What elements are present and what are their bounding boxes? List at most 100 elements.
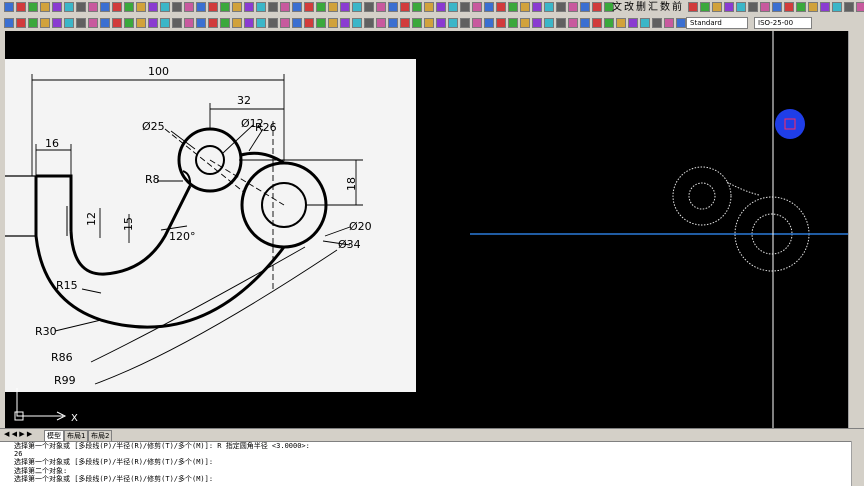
- toolbar-tool-icon[interactable]: [16, 18, 26, 28]
- cad-fillet-arc[interactable]: [726, 181, 760, 196]
- toolbar-tool-icon[interactable]: [856, 2, 864, 12]
- toolbar-tool-icon[interactable]: [568, 18, 578, 28]
- toolbar-tool-icon[interactable]: [100, 2, 110, 12]
- toolbar-tool-icon[interactable]: [664, 18, 674, 28]
- toolbar-tool-icon[interactable]: [508, 2, 518, 12]
- toolbar-tool-icon[interactable]: [196, 18, 206, 28]
- toolbar-tool-icon[interactable]: [64, 2, 74, 12]
- toolbar-tool-icon[interactable]: [184, 18, 194, 28]
- toolbar-tool-icon[interactable]: [580, 2, 590, 12]
- toolbar-tool-icon[interactable]: [304, 2, 314, 12]
- toolbar-tool-icon[interactable]: [448, 18, 458, 28]
- toolbar-tool-icon[interactable]: [232, 2, 242, 12]
- command-scrollbar[interactable]: [851, 441, 864, 486]
- toolbar-tool-icon[interactable]: [712, 2, 722, 12]
- toolbar-tool-icon[interactable]: [352, 2, 362, 12]
- toolbar-tool-icon[interactable]: [652, 18, 662, 28]
- toolbar-tool-icon[interactable]: [796, 2, 806, 12]
- toolbar-tool-icon[interactable]: [316, 2, 326, 12]
- toolbar-tool-icon[interactable]: [808, 2, 818, 12]
- toolbar-tool-icon[interactable]: [532, 18, 542, 28]
- toolbar-tool-icon[interactable]: [160, 18, 170, 28]
- dim-style-select[interactable]: ISO-25-00: [754, 17, 812, 29]
- toolbar-tool-icon[interactable]: [208, 2, 218, 12]
- toolbar-tool-icon[interactable]: [760, 2, 770, 12]
- toolbar-tool-icon[interactable]: [676, 18, 686, 28]
- toolbar-tool-icon[interactable]: [88, 18, 98, 28]
- toolbar-tool-icon[interactable]: [844, 2, 854, 12]
- toolbar-tool-icon[interactable]: [316, 18, 326, 28]
- toolbar-tool-icon[interactable]: [748, 2, 758, 12]
- drawing-canvas[interactable]: 100 32 16 Ø25 Ø12 R26 R8 18 12 15 120° Ø…: [5, 31, 848, 428]
- toolbar-tool-icon[interactable]: [4, 18, 14, 28]
- toolbar-tool-icon[interactable]: [604, 18, 614, 28]
- toolbar-tool-icon[interactable]: [460, 18, 470, 28]
- toolbar-tool-icon[interactable]: [88, 2, 98, 12]
- toolbar-tool-icon[interactable]: [400, 18, 410, 28]
- toolbar-tool-icon[interactable]: [52, 2, 62, 12]
- toolbar-tool-icon[interactable]: [220, 2, 230, 12]
- toolbar-tool-icon[interactable]: [388, 18, 398, 28]
- toolbar-tool-icon[interactable]: [148, 18, 158, 28]
- toolbar-tool-icon[interactable]: [376, 2, 386, 12]
- toolbar-tool-icon[interactable]: [640, 18, 650, 28]
- cad-small-outer-circle[interactable]: [672, 166, 732, 226]
- toolbar-tool-icon[interactable]: [388, 2, 398, 12]
- toolbar-tool-icon[interactable]: [292, 2, 302, 12]
- toolbar-tool-icon[interactable]: [616, 18, 626, 28]
- toolbar-tool-icon[interactable]: [280, 18, 290, 28]
- toolbar-tool-icon[interactable]: [772, 2, 782, 12]
- number-icon[interactable]: 数: [660, 1, 670, 14]
- toolbar-tool-icon[interactable]: [124, 18, 134, 28]
- cad-small-inner-circle[interactable]: [688, 182, 716, 210]
- toolbar-tool-icon[interactable]: [820, 2, 830, 12]
- toolbar-tool-icon[interactable]: [736, 2, 746, 12]
- toolbar-tool-icon[interactable]: [400, 2, 410, 12]
- toolbar-tool-icon[interactable]: [352, 18, 362, 28]
- text-style-select[interactable]: Standard: [686, 17, 748, 29]
- toolbar-tool-icon[interactable]: [532, 2, 542, 12]
- toolbar-tool-icon[interactable]: [724, 2, 734, 12]
- toolbar-tool-icon[interactable]: [64, 18, 74, 28]
- toolbar-tool-icon[interactable]: [112, 18, 122, 28]
- toolbar-tool-icon[interactable]: [832, 2, 842, 12]
- toolbar-tool-icon[interactable]: [124, 2, 134, 12]
- cad-geometry[interactable]: [672, 166, 810, 272]
- toolbar-tool-icon[interactable]: [364, 2, 374, 12]
- tab-nav-arrows[interactable]: ◀ ◀ ▶ ▶: [4, 430, 32, 438]
- toolbar-tool-icon[interactable]: [580, 18, 590, 28]
- toolbar-tool-icon[interactable]: [424, 18, 434, 28]
- toolbar-tool-icon[interactable]: [436, 18, 446, 28]
- toolbar-tool-icon[interactable]: [76, 2, 86, 12]
- toolbar-tool-icon[interactable]: [4, 2, 14, 12]
- toolbar-tool-icon[interactable]: [436, 2, 446, 12]
- toolbar-tool-icon[interactable]: [172, 2, 182, 12]
- toolbar-tool-icon[interactable]: [160, 2, 170, 12]
- toolbar-tool-icon[interactable]: [256, 18, 266, 28]
- toolbar-tool-icon[interactable]: [220, 18, 230, 28]
- toolbar-tool-icon[interactable]: [28, 18, 38, 28]
- toolbar-tool-icon[interactable]: [412, 18, 422, 28]
- toolbar-tool-icon[interactable]: [628, 18, 638, 28]
- toolbar-tool-icon[interactable]: [544, 18, 554, 28]
- toolbar-tool-icon[interactable]: [520, 2, 530, 12]
- toolbar-tool-icon[interactable]: [112, 2, 122, 12]
- toolbar-tool-icon[interactable]: [52, 18, 62, 28]
- toolbar-tool-icon[interactable]: [40, 2, 50, 12]
- text-tool-icon[interactable]: 文: [612, 1, 622, 14]
- toolbar-tool-icon[interactable]: [148, 2, 158, 12]
- toolbar-tool-icon[interactable]: [556, 18, 566, 28]
- toolbar-tool-icon[interactable]: [268, 2, 278, 12]
- toolbar-tool-icon[interactable]: [328, 18, 338, 28]
- toolbar-tool-icon[interactable]: [244, 2, 254, 12]
- toolbar-tool-icon[interactable]: [520, 18, 530, 28]
- toolbar-tool-icon[interactable]: [268, 18, 278, 28]
- toolbar-tool-icon[interactable]: [340, 2, 350, 12]
- toolbar-tool-icon[interactable]: [484, 2, 494, 12]
- toolbar-tool-icon[interactable]: [424, 2, 434, 12]
- toolbar-tool-icon[interactable]: [592, 18, 602, 28]
- toolbar-tool-icon[interactable]: [412, 2, 422, 12]
- toolbar-tool-icon[interactable]: [484, 18, 494, 28]
- toolbar-tool-icon[interactable]: [448, 2, 458, 12]
- toolbar-tool-icon[interactable]: [16, 2, 26, 12]
